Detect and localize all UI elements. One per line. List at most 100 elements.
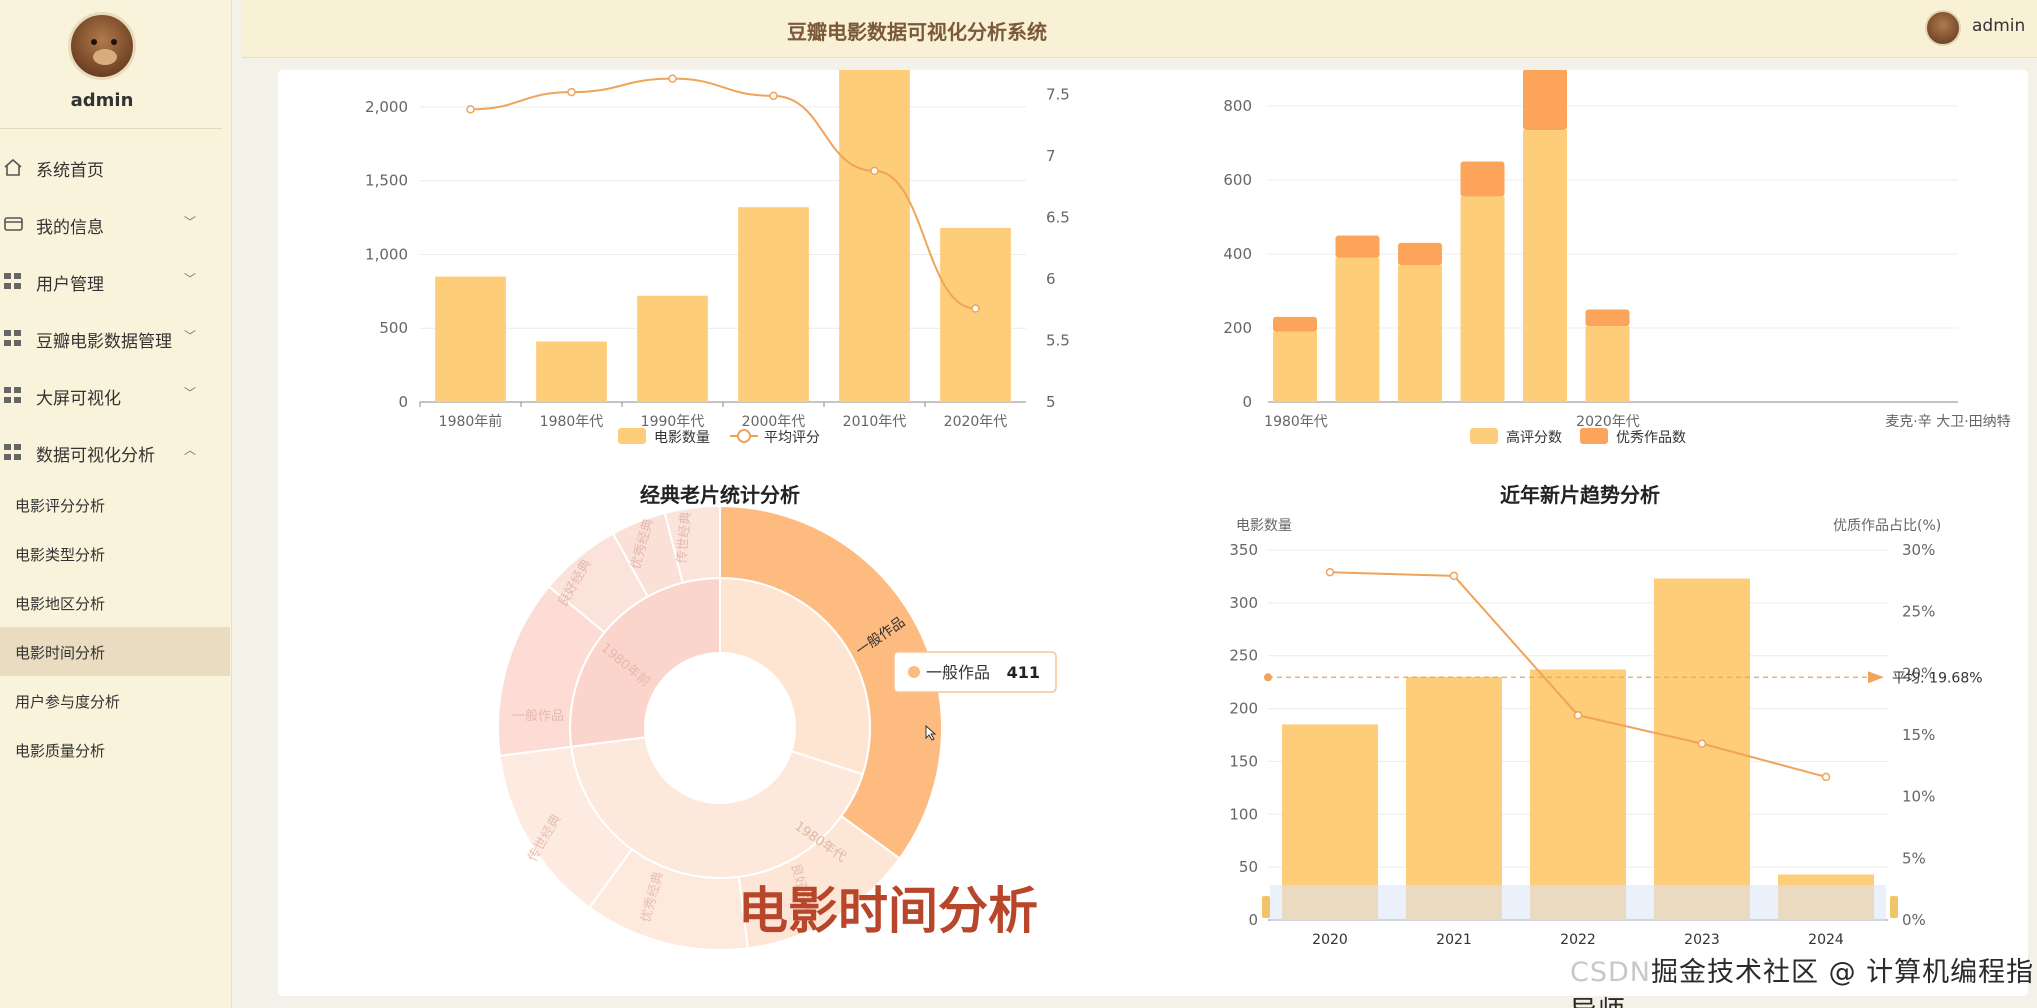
bar-excellent (1523, 69, 1567, 131)
x-tick-label: 2022 (1560, 932, 1596, 948)
chevron-up-icon: ︿ (184, 443, 197, 457)
x-tick-label: 2021 (1436, 932, 1472, 948)
grid-icon (4, 273, 22, 289)
y-tick-label: 400 (1223, 245, 1252, 263)
submenu-label: 电影时间分析 (15, 644, 106, 662)
y2-tick-label: 7 (1046, 147, 1056, 165)
header-username[interactable]: admin (1972, 16, 2025, 36)
sidebar-item-label: 用户管理 (36, 275, 104, 295)
sidebar-item-label: 数据可视化分析 (36, 446, 155, 466)
y-tick-label: 1,500 (365, 172, 408, 190)
y-tick-label: 200 (1223, 319, 1252, 337)
bar-excellent (1335, 235, 1380, 258)
submenu-item-rating[interactable]: 电影评分分析 (0, 480, 230, 529)
sidebar-item-home[interactable]: 系统首页 (0, 138, 230, 195)
legend-label: 平均评分 (764, 430, 820, 446)
y-tick-label: 250 (1229, 647, 1258, 665)
y-tick-label: 350 (1229, 541, 1258, 559)
bar (1530, 669, 1626, 920)
submenu-item-region[interactable]: 电影地区分析 (0, 578, 230, 627)
sidebar-item-data-viz[interactable]: 数据可视化分析 ︿ (0, 423, 230, 480)
y-tick-label: 600 (1223, 171, 1252, 189)
y-tick-label: 0 (1242, 393, 1252, 411)
legend-swatch (1580, 428, 1608, 444)
y-tick-label: 300 (1229, 594, 1258, 612)
y2-tick-label: 5.5 (1046, 332, 1070, 350)
bar-excellent (1398, 242, 1442, 266)
submenu-item-engagement[interactable]: 用户参与度分析 (0, 676, 230, 725)
y-tick-label: 50 (1239, 858, 1258, 876)
x-tick-label: 2020 (1312, 932, 1348, 948)
y-tick-label: 200 (1229, 700, 1258, 718)
y2-tick-label: 10% (1902, 788, 1935, 806)
bar (1406, 676, 1502, 920)
submenu-item-genre[interactable]: 电影类型分析 (0, 529, 230, 578)
line-point (870, 166, 879, 176)
datazoom-handle (1890, 896, 1898, 918)
sidebar-item-label: 我的信息 (36, 218, 104, 238)
sidebar-item-label: 大屏可视化 (36, 389, 121, 409)
legend-swatch (737, 429, 751, 443)
submenu-label: 用户参与度分析 (15, 693, 121, 711)
watermark-ghost: CSDN (1570, 957, 1651, 988)
line-point (1573, 711, 1583, 720)
bar-high (1273, 331, 1317, 402)
bar (435, 276, 506, 402)
legend-label: 高评分数 (1506, 429, 1562, 446)
card-icon (4, 216, 23, 232)
y2-tick-label: 15% (1902, 726, 1935, 744)
line-point (466, 105, 475, 114)
tooltip-value: 411 (1007, 663, 1040, 682)
charts-canvas: 05001,0001,5002,00055.566.577.51980年前 198… (365, 69, 2011, 951)
sidebar-item-label: 系统首页 (36, 161, 104, 181)
legend-label: 优秀作品数 (1616, 430, 1686, 446)
bar (637, 295, 708, 402)
x-tick-label: 1980年代 (1264, 414, 1328, 430)
bar-excellent (1273, 316, 1317, 332)
y-tick-label: 500 (379, 319, 408, 337)
header-avatar[interactable] (1925, 10, 1961, 46)
bar-high (1585, 326, 1630, 402)
sidebar-item-movie-data-mgmt[interactable]: 豆瓣电影数据管理 ﹀ (0, 309, 230, 366)
x-tick-label: 2023 (1684, 932, 1720, 948)
sidebar: admin 系统首页 我的信息 ﹀ 用户管理 ﹀ 豆瓣电影数据管理 ﹀ 大屏可视… (0, 0, 232, 1008)
x-tick-label: 2020年代 (1576, 414, 1640, 430)
sunburst-hole (647, 655, 793, 801)
tooltip-label: 一般作品 (926, 663, 990, 682)
bar (839, 70, 910, 402)
datazoom-slider (1270, 885, 1886, 921)
chevron-down-icon: ﹀ (184, 329, 197, 343)
submenu-label: 电影质量分析 (15, 742, 106, 760)
avatar[interactable] (68, 12, 136, 80)
legend-label: 电影数量 (654, 430, 710, 446)
sidebar-item-user-mgmt[interactable]: 用户管理 ﹀ (0, 252, 230, 309)
line-point (1325, 567, 1335, 577)
y2-axis-title: 优质作品占比(%) (1833, 518, 1941, 534)
legend-swatch (1470, 428, 1498, 444)
chevron-down-icon: ﹀ (184, 272, 197, 286)
y2-tick-label: 30% (1902, 541, 1935, 559)
watermark: CSDN掘金技术社区 @ 计算机编程指导师 (1570, 950, 2037, 1008)
bar (1654, 578, 1750, 920)
y-tick-label: 2,000 (365, 98, 408, 116)
chevron-down-icon: ﹀ (184, 386, 197, 400)
sidebar-item-big-screen[interactable]: 大屏可视化 ﹀ (0, 366, 230, 423)
y2-tick-label: 6.5 (1046, 209, 1070, 227)
bar-excellent (1460, 161, 1505, 197)
line-point (769, 91, 778, 101)
sidebar-item-my-info[interactable]: 我的信息 ﹀ (0, 195, 230, 252)
submenu-item-time[interactable]: 电影时间分析 (0, 627, 230, 676)
submenu-label: 电影评分分析 (15, 497, 106, 515)
bar-high (1335, 257, 1380, 402)
x-tick-label: 2010年代 (843, 414, 907, 430)
x-tick-label: 1980年前 (439, 413, 503, 430)
y2-tick-label: 7.5 (1046, 86, 1070, 104)
chevron-down-icon: ﹀ (184, 215, 197, 229)
x-tick-label: 麦克·辛 大卫·田纳特 (1885, 414, 2010, 430)
bar-excellent (1585, 309, 1630, 327)
line-point (1697, 739, 1707, 748)
grid-icon (4, 387, 22, 403)
submenu-item-quality[interactable]: 电影质量分析 (0, 725, 230, 774)
y-tick-label: 150 (1229, 752, 1258, 770)
y2-tick-label: 5% (1902, 849, 1926, 867)
